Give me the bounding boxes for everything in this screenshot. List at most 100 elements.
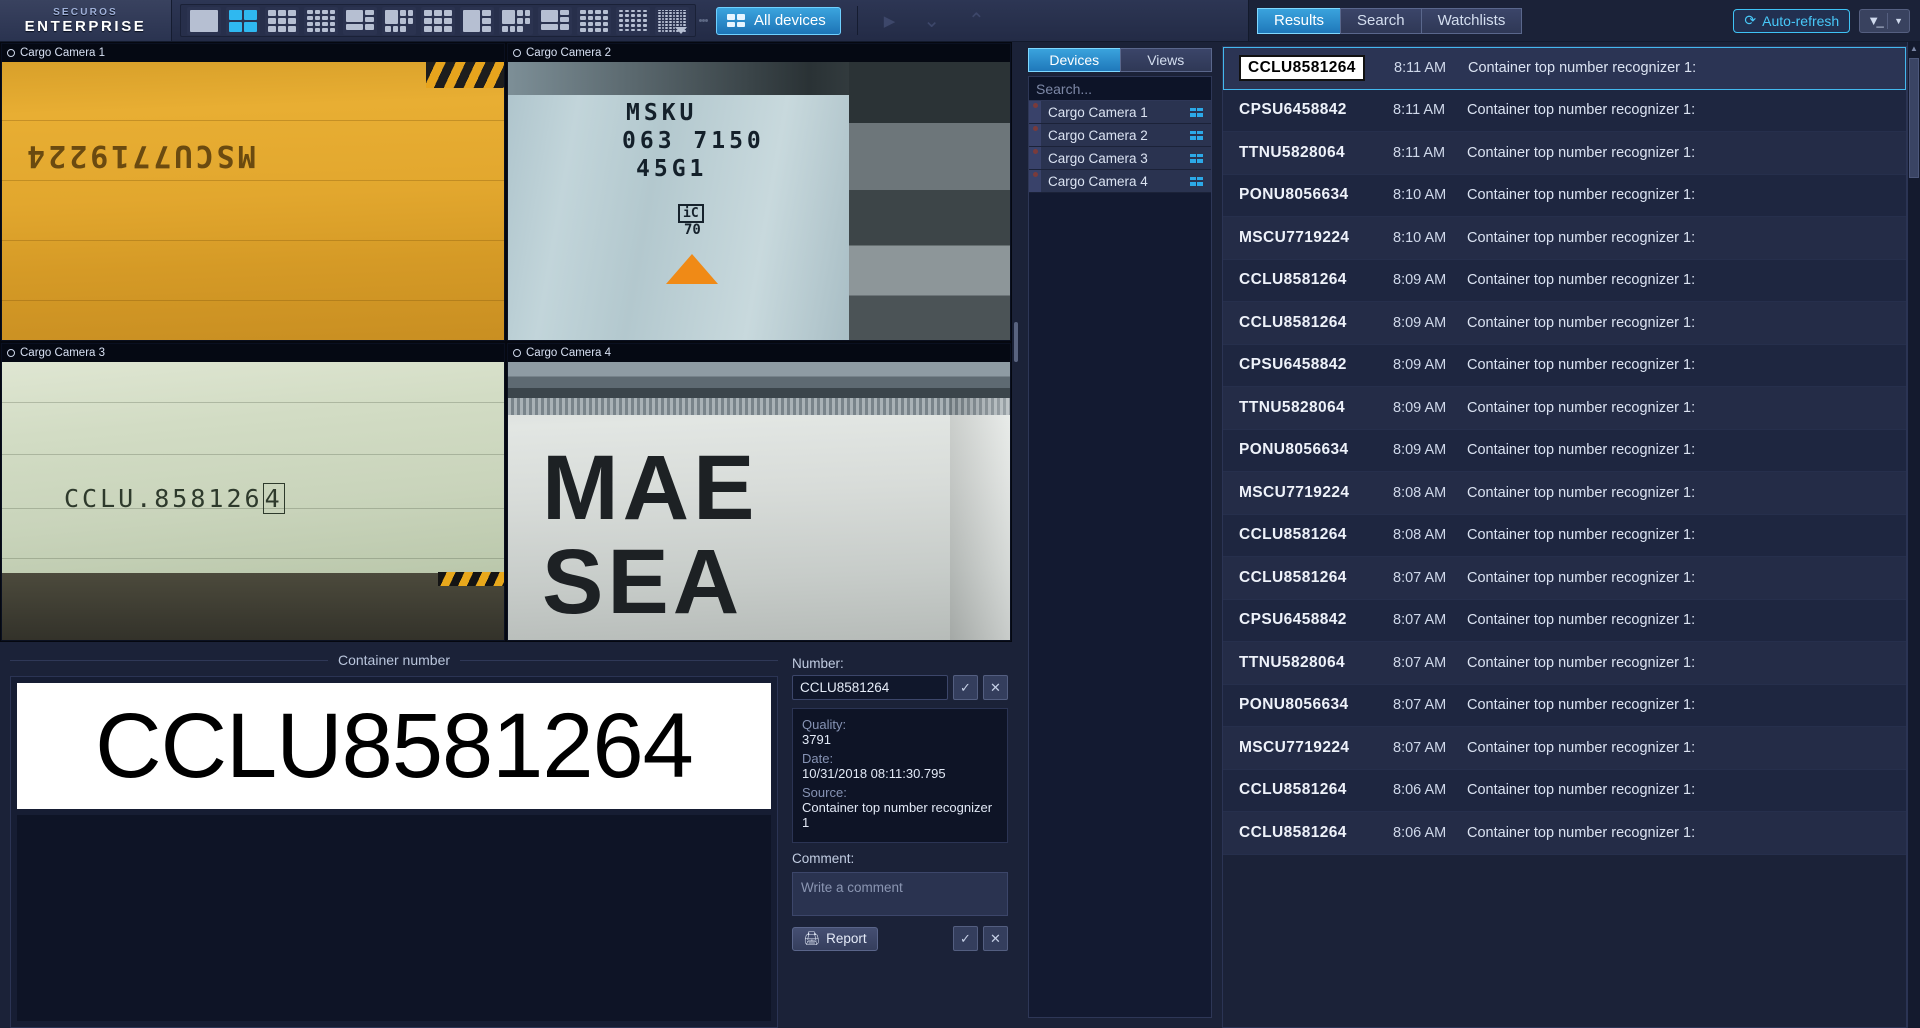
video-cell-2[interactable]: Cargo Camera 2 MSKU 063 7150 45G1 iC 70 [507,43,1011,341]
auto-refresh-button[interactable]: ⟳ Auto-refresh [1733,8,1851,33]
status-dot-icon [1029,101,1041,123]
device-name: Cargo Camera 1 [1048,104,1148,120]
video-panel-splitter[interactable] [1012,42,1020,642]
results-row[interactable]: PONU8056634 8:09 AM Container top number r… [1223,429,1906,472]
tab-watchlists[interactable]: Watchlists [1420,7,1523,34]
comment-accept-button[interactable]: ✓ [953,926,978,951]
results-row[interactable]: CCLU8581264 8:09 AM Container top number r… [1223,259,1906,302]
plate-image: CCLU8581264 [17,683,771,809]
tab-devices[interactable]: Devices [1028,48,1121,72]
results-row[interactable]: CCLU8581264 8:06 AM Container top number r… [1223,769,1906,812]
comment-reject-button[interactable]: ✕ [983,926,1008,951]
layout-button-20[interactable] [577,6,611,35]
results-row[interactable]: CCLU8581264 8:09 AM Container top number r… [1223,302,1906,345]
logo-bottom-text: ENTERPRISE [24,17,147,35]
video-cell-1-label: Cargo Camera 1 [20,47,106,59]
plate-image-background [17,815,771,1021]
layout-button-1[interactable] [187,6,221,35]
comment-input[interactable]: Write a comment [792,872,1008,916]
tab-results[interactable]: Results [1257,7,1342,34]
status-dot-icon [1029,147,1041,169]
results-row-description: Container top number recognizer 1: [1467,824,1696,841]
device-list-item[interactable]: Cargo Camera 3 [1029,147,1211,170]
number-label: Number: [792,656,844,671]
results-row[interactable]: PONU8056634 8:07 AM Container top number r… [1223,684,1906,727]
layout-button-3plus9[interactable] [538,6,572,35]
date-label: Date: [802,751,834,766]
results-row[interactable]: TTNU5828064 8:07 AM Container top number r… [1223,642,1906,685]
play-icon[interactable]: ▶ [884,12,896,30]
layout-button-more[interactable] [655,6,689,35]
results-row[interactable]: CCLU8581264 8:06 AM Container top number r… [1223,812,1906,855]
results-row[interactable]: CCLU8581264 8:08 AM Container top number r… [1223,514,1906,557]
results-row[interactable]: MSCU7719224 8:10 AM Container top number r… [1223,217,1906,260]
chevron-up-icon[interactable]: ⌃ [968,8,985,33]
results-row[interactable]: CPSU6458842 8:11 AM Container top number r… [1223,89,1906,132]
layout-button-4[interactable] [226,6,260,35]
chevron-down-icon[interactable]: ⌄ [923,8,940,33]
results-row[interactable]: PONU8056634 8:10 AM Container top number r… [1223,174,1906,217]
video-cell-1[interactable]: Cargo Camera 1 MSCU7719224 [1,43,505,341]
results-row-description: Container top number recognizer 1: [1467,484,1696,501]
results-row-description: Container top number recognizer 1: [1467,697,1696,714]
results-row-number: MSCU7719224 [1239,483,1350,501]
layout-button-1plus7[interactable] [382,6,416,35]
results-row-number: TTNU5828064 [1239,653,1346,671]
scrollbar-thumb[interactable] [1909,58,1919,178]
video-cell-4-stream: MAE SEA [508,362,1010,640]
record-circle-icon [513,349,521,357]
results-row[interactable]: TTNU5828064 8:09 AM Container top number r… [1223,387,1906,430]
report-button[interactable]: 🖨 Report [792,926,878,951]
results-row[interactable]: MSCU7719224 8:08 AM Container top number r… [1223,472,1906,515]
device-list-item[interactable]: Cargo Camera 1 [1029,101,1211,124]
video-cell-4-line2: SEA [542,531,744,633]
auto-refresh-label: Auto-refresh [1762,12,1840,29]
all-devices-button[interactable]: All devices [716,6,841,35]
device-list-item[interactable]: Cargo Camera 2 [1029,124,1211,147]
number-reject-button[interactable]: ✕ [983,675,1008,700]
results-row-description: Container top number recognizer 1: [1467,782,1696,799]
results-row-description: Container top number recognizer 1: [1467,272,1696,289]
results-row-number: PONU8056634 [1239,696,1349,714]
container-corner-panel [949,398,1010,640]
device-list-item[interactable]: Cargo Camera 4 [1029,170,1211,193]
results-row[interactable]: CCLU8581264 8:11 AM Container top number r… [1223,47,1906,90]
results-row-time: 8:07 AM [1393,697,1447,714]
record-circle-icon [7,349,15,357]
results-row-description: Container top number recognizer 1: [1467,442,1696,459]
results-row-description: Container top number recognizer 1: [1467,102,1696,119]
toolbar-overflow-dots[interactable] [696,0,710,41]
results-scrollbar[interactable]: ▲ [1907,42,1920,1028]
layout-grid-icon[interactable] [1190,130,1203,140]
results-row-time: 8:10 AM [1393,187,1447,204]
layout-button-16[interactable] [304,6,338,35]
filter-button[interactable]: ▼̲ ▼ [1859,8,1910,33]
layout-button-9[interactable] [265,6,299,35]
layout-grid-icon[interactable] [1190,153,1203,163]
tab-views[interactable]: Views [1119,48,1212,72]
layout-button-2plus8[interactable] [499,6,533,35]
layout-button-1plus12[interactable] [421,6,455,35]
results-row[interactable]: CPSU6458842 8:09 AM Container top number r… [1223,344,1906,387]
layout-grid-icon[interactable] [1190,176,1203,186]
video-cell-3[interactable]: Cargo Camera 3 CCLU.8581264 [1,343,505,641]
source-label: Source: [802,785,847,800]
comment-label: Comment: [792,851,855,866]
results-row[interactable]: CCLU8581264 8:07 AM Container top number r… [1223,557,1906,600]
layout-button-1plus5[interactable] [343,6,377,35]
tab-search[interactable]: Search [1340,7,1422,34]
layout-button-25[interactable] [616,6,650,35]
video-cell-4[interactable]: Cargo Camera 4 MAE SEA [507,343,1011,641]
number-input[interactable]: CCLU8581264 [792,675,948,700]
scroll-up-icon[interactable]: ▲ [1908,42,1920,55]
results-row-time: 8:08 AM [1393,484,1447,501]
results-row[interactable]: CPSU6458842 8:07 AM Container top number r… [1223,599,1906,642]
number-accept-button[interactable]: ✓ [953,675,978,700]
results-row-description: Container top number recognizer 1: [1467,569,1696,586]
results-row[interactable]: MSCU7719224 8:07 AM Container top number r… [1223,727,1906,770]
layout-button-1plus3-side[interactable] [460,6,494,35]
devices-search-input[interactable]: Search... [1028,76,1212,101]
results-row[interactable]: TTNU5828064 8:11 AM Container top number r… [1223,132,1906,175]
layout-grid-icon[interactable] [1190,107,1203,117]
